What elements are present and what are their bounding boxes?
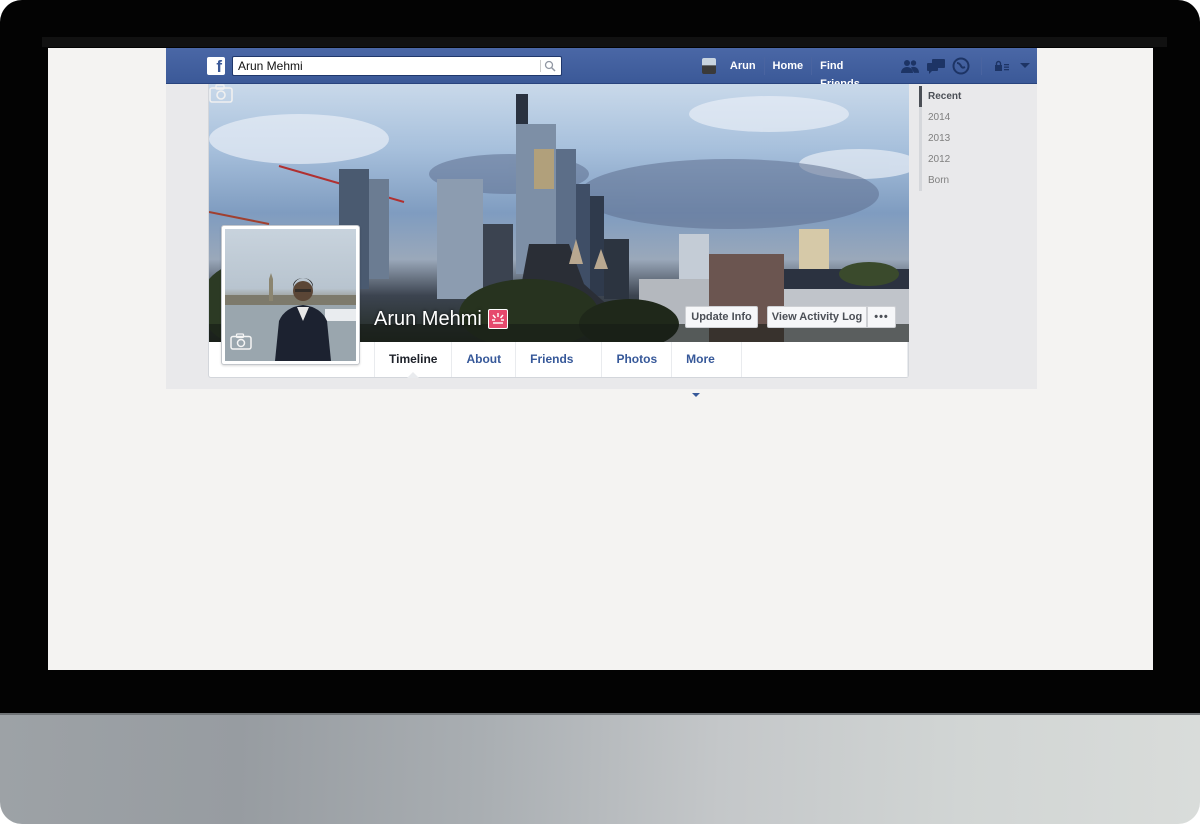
monitor-chin xyxy=(0,713,1200,824)
nav-link-profile[interactable]: Arun xyxy=(722,57,765,75)
change-profile-picture-camera-icon[interactable] xyxy=(230,333,252,350)
tabs-filler xyxy=(741,342,908,377)
more-options-button[interactable]: ••• xyxy=(867,306,896,328)
profile-name[interactable]: Arun Mehmi xyxy=(374,308,482,331)
tab-friends[interactable]: Friends xyxy=(515,342,601,377)
profile-header-card: Arun Mehmi Update Info View Activity Log… xyxy=(208,84,909,397)
search-icon[interactable] xyxy=(544,60,556,72)
facebook-logo-icon[interactable]: f xyxy=(207,57,225,75)
nav-separator xyxy=(981,57,983,75)
privacy-shortcuts-icon[interactable] xyxy=(993,57,1010,75)
nav-link-find-friends[interactable]: Find Friends xyxy=(812,57,885,90)
tab-about[interactable]: About xyxy=(451,342,515,377)
topbar-nav: Arun Home Find Friends xyxy=(702,48,1037,90)
view-activity-log-button[interactable]: View Activity Log xyxy=(767,306,867,328)
notifications-globe-icon[interactable] xyxy=(952,57,970,75)
search-input[interactable] xyxy=(233,57,533,75)
search-divider xyxy=(540,60,541,72)
change-cover-camera-icon[interactable] xyxy=(209,84,233,103)
tab-more[interactable]: More xyxy=(671,342,741,397)
nav-link-home[interactable]: Home xyxy=(765,57,813,75)
chevron-down-icon xyxy=(692,392,701,397)
year-nav-2012[interactable]: 2012 xyxy=(919,149,961,170)
profile-tabs: Timeline About Friends Photos More xyxy=(374,342,908,397)
messages-icon[interactable] xyxy=(926,57,946,75)
year-nav-2013[interactable]: 2013 xyxy=(919,128,961,149)
profile-picture[interactable] xyxy=(221,225,360,365)
account-menu-chevron-icon[interactable] xyxy=(1017,57,1034,75)
tab-more-label: More xyxy=(686,352,715,366)
year-nav-recent[interactable]: Recent xyxy=(919,86,961,107)
bezel-strip xyxy=(42,37,1167,47)
year-nav-2014[interactable]: 2014 xyxy=(919,107,961,128)
screen: f Arun Home Find Friends xyxy=(48,48,1153,670)
profile-badge-icon xyxy=(488,309,508,329)
user-avatar[interactable] xyxy=(702,58,716,74)
update-info-button[interactable]: Update Info xyxy=(685,306,758,328)
year-nav-born[interactable]: Born xyxy=(919,170,961,191)
tab-photos[interactable]: Photos xyxy=(601,342,671,377)
facebook-topbar: f Arun Home Find Friends xyxy=(166,48,1037,90)
search-box xyxy=(232,56,562,76)
monitor-frame: f Arun Home Find Friends xyxy=(0,0,1200,825)
tab-timeline[interactable]: Timeline xyxy=(374,342,451,378)
friend-requests-icon[interactable] xyxy=(900,57,920,75)
timeline-year-nav: Recent 2014 2013 2012 Born xyxy=(919,86,961,191)
